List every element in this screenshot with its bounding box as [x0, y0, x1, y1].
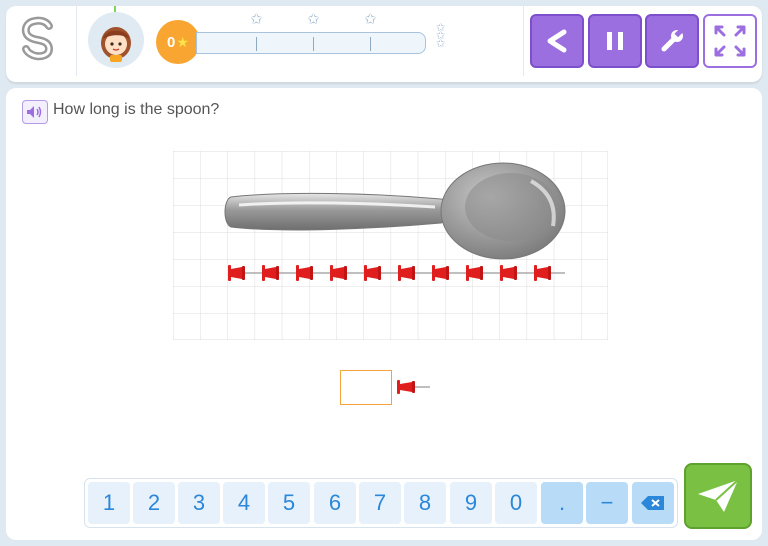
- key-2[interactable]: 2: [133, 482, 175, 524]
- score-value: 0: [167, 33, 176, 51]
- back-button[interactable]: [530, 14, 584, 68]
- key-4[interactable]: 4: [223, 482, 265, 524]
- key-7[interactable]: 7: [359, 482, 401, 524]
- fullscreen-icon: [714, 25, 746, 57]
- pause-button[interactable]: [588, 14, 642, 68]
- girl-avatar-icon: [101, 27, 131, 62]
- progress-bar: [196, 32, 426, 54]
- key-1[interactable]: 1: [88, 482, 130, 524]
- progress-segment-marker: [370, 37, 371, 51]
- key-3[interactable]: 3: [178, 482, 220, 524]
- submit-button[interactable]: [684, 463, 752, 529]
- key-9[interactable]: 9: [450, 482, 492, 524]
- progress-segment-marker: [256, 37, 257, 51]
- key-8[interactable]: 8: [404, 482, 446, 524]
- key-decimal[interactable]: .: [541, 482, 583, 524]
- backspace-key[interactable]: [632, 482, 674, 524]
- key-0[interactable]: 0: [495, 482, 537, 524]
- pause-icon: [607, 32, 623, 50]
- answer-input[interactable]: [340, 370, 392, 405]
- stacked-stars-icon: ✩ ✩ ✩: [436, 22, 446, 50]
- app-logo-icon: [21, 16, 54, 61]
- key-minus[interactable]: −: [586, 482, 628, 524]
- header-divider: [76, 0, 77, 76]
- question-text: How long is the spoon?: [53, 101, 220, 118]
- back-arrow-icon: [547, 29, 567, 53]
- score-badge: 0 ★: [156, 20, 200, 64]
- speaker-icon: [27, 106, 42, 118]
- star-icon: ★: [176, 33, 189, 50]
- progress-star-icon: ✩: [307, 11, 320, 28]
- progress-star-icon: ✩: [364, 11, 377, 28]
- progress-star-icon: ✩: [250, 11, 263, 28]
- pushpin-icon: [397, 380, 430, 394]
- avatar[interactable]: [88, 12, 144, 68]
- settings-button[interactable]: [645, 14, 699, 68]
- fullscreen-button[interactable]: [703, 14, 757, 68]
- key-6[interactable]: 6: [314, 482, 356, 524]
- backspace-icon: [641, 496, 664, 510]
- progress-segment-marker: [313, 37, 314, 51]
- header-divider: [523, 0, 524, 76]
- key-5[interactable]: 5: [268, 482, 310, 524]
- paper-plane-icon: [698, 479, 739, 512]
- read-aloud-button[interactable]: [22, 100, 48, 124]
- measurement-grid: [173, 151, 608, 340]
- wrench-icon: [661, 28, 683, 52]
